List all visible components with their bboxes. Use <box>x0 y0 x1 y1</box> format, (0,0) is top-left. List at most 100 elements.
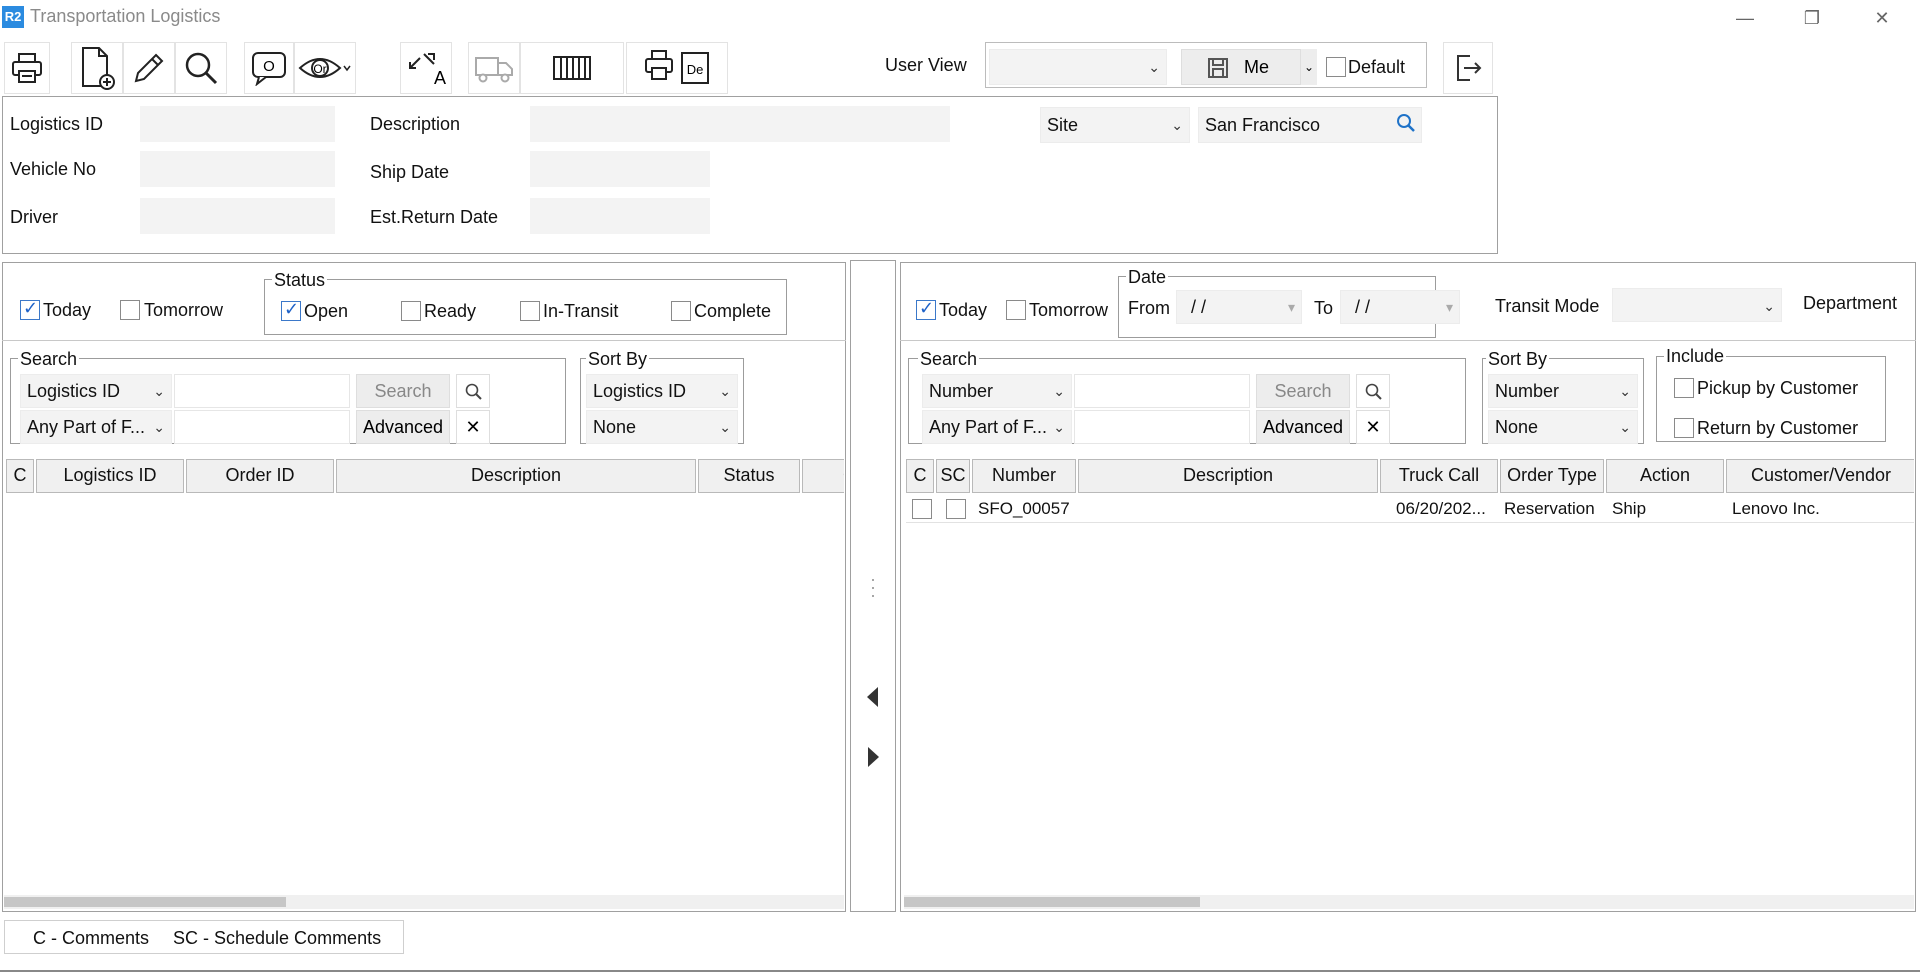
save-view-dropdown[interactable]: ⌄ <box>1301 49 1317 85</box>
right-col-description[interactable]: Description <box>1078 459 1378 493</box>
left-col-status[interactable]: Status <box>698 459 800 493</box>
print-button[interactable] <box>4 42 50 94</box>
include-return-label: Return by Customer <box>1697 418 1859 438</box>
site-value-field[interactable]: San Francisco <box>1198 107 1422 143</box>
app-logo: R2 <box>2 6 24 28</box>
row-customer: Lenovo Inc. <box>1732 499 1820 518</box>
right-today-checkbox[interactable] <box>916 298 936 320</box>
left-today-checkbox[interactable] <box>20 298 40 320</box>
left-search-field-select[interactable]: Logistics ID ⌄ <box>20 374 172 408</box>
row-comment-checkbox[interactable] <box>912 499 932 519</box>
right-grid: C SC Number Description Truck Call Order… <box>904 457 1914 897</box>
from-date-field[interactable]: / / ▾ <box>1176 290 1302 324</box>
left-col-description[interactable]: Description <box>336 459 696 493</box>
right-hscroll-thumb[interactable] <box>904 897 1200 907</box>
minimize-button[interactable]: — <box>1725 4 1765 32</box>
site-type-value: Site <box>1047 115 1079 135</box>
default-checkbox[interactable] <box>1326 57 1346 77</box>
truck-button[interactable] <box>468 42 520 94</box>
right-col-number[interactable]: Number <box>972 459 1076 493</box>
triangle-left-icon <box>863 683 883 711</box>
ship-date-field[interactable] <box>530 151 710 187</box>
to-date-field[interactable]: / / ▾ <box>1340 290 1460 324</box>
vehicle-no-field[interactable] <box>140 151 335 187</box>
right-search-input[interactable] <box>1074 374 1250 408</box>
table-row[interactable]: SFO_00057 06/20/202... Reservation Ship … <box>906 495 1914 523</box>
left-col-order-id[interactable]: Order ID <box>186 459 334 493</box>
right-advanced-button[interactable]: Advanced <box>1256 410 1350 444</box>
left-sort2-select[interactable]: None ⌄ <box>586 410 738 444</box>
user-view-select[interactable]: ⌄ <box>989 49 1167 85</box>
right-col-order-type[interactable]: Order Type <box>1500 459 1604 493</box>
right-divider <box>900 340 1916 341</box>
collapse-left-button[interactable] <box>862 682 884 717</box>
comment-button[interactable]: O <box>244 42 294 94</box>
left-clear-button[interactable]: ✕ <box>456 410 490 444</box>
include-return-checkbox[interactable] <box>1674 418 1694 438</box>
right-col-action[interactable]: Action <box>1606 459 1724 493</box>
site-type-select[interactable]: Site ⌄ <box>1040 107 1190 143</box>
right-match-input[interactable] <box>1074 410 1250 444</box>
left-search-input[interactable] <box>174 374 350 408</box>
right-search-field-value: Number <box>929 381 994 401</box>
right-clear-button[interactable]: ✕ <box>1356 410 1390 444</box>
comment-icon: O <box>252 52 286 86</box>
left-hscrollbar[interactable] <box>4 895 844 909</box>
edit-button[interactable] <box>123 42 175 94</box>
left-match-value: Any Part of F... <box>27 417 146 437</box>
status-in-transit-checkbox[interactable] <box>520 301 540 321</box>
print-document-button[interactable]: De <box>626 42 728 94</box>
row-schedule-comment-checkbox[interactable] <box>946 499 966 519</box>
status-complete-checkbox[interactable] <box>671 301 691 321</box>
status-open-checkbox[interactable] <box>281 299 301 321</box>
left-match-select[interactable]: Any Part of F... ⌄ <box>20 410 172 444</box>
splitter-grip-icon[interactable]: · · · <box>868 570 878 604</box>
left-hscroll-thumb[interactable] <box>4 897 286 907</box>
right-sort1-select[interactable]: Number ⌄ <box>1488 374 1638 408</box>
driver-field[interactable] <box>140 198 335 234</box>
left-tomorrow-checkbox[interactable] <box>120 300 140 320</box>
new-button[interactable] <box>71 42 123 94</box>
resize-text-icon: A <box>409 53 446 88</box>
left-col-c[interactable]: C <box>6 459 34 493</box>
right-search-go-button[interactable] <box>1356 374 1390 408</box>
right-search-button[interactable]: Search <box>1256 374 1350 408</box>
right-col-customer-vendor[interactable]: Customer/Vendor <box>1726 459 1914 493</box>
site-lookup-button[interactable] <box>1396 113 1416 138</box>
right-tomorrow-checkbox[interactable] <box>1006 300 1026 320</box>
save-view-button[interactable]: Me <box>1181 49 1301 85</box>
est-return-date-field[interactable] <box>530 198 710 234</box>
svg-text:O: O <box>263 58 275 75</box>
chevron-down-icon: ⌄ <box>153 383 165 399</box>
right-sort2-select[interactable]: None ⌄ <box>1488 410 1638 444</box>
right-match-select[interactable]: Any Part of F... ⌄ <box>922 410 1072 444</box>
left-match-input[interactable] <box>174 410 350 444</box>
exit-button[interactable] <box>1443 42 1493 94</box>
transit-mode-select[interactable]: ⌄ <box>1612 288 1782 322</box>
status-ready-checkbox[interactable] <box>401 301 421 321</box>
barcode-button[interactable] <box>520 42 624 94</box>
chevron-down-icon: ⌄ <box>1619 383 1631 399</box>
right-hscrollbar[interactable] <box>904 895 1914 909</box>
logistics-id-field[interactable] <box>140 106 335 142</box>
left-search-go-button[interactable] <box>456 374 490 408</box>
right-col-c[interactable]: C <box>906 459 934 493</box>
right-col-sc[interactable]: SC <box>936 459 970 493</box>
left-advanced-button[interactable]: Advanced <box>356 410 450 444</box>
description-field[interactable] <box>530 106 950 142</box>
left-sort1-select[interactable]: Logistics ID ⌄ <box>586 374 738 408</box>
close-button[interactable]: ✕ <box>1862 4 1902 32</box>
resize-text-button[interactable]: A <box>400 42 452 94</box>
right-col-truck-call[interactable]: Truck Call <box>1380 459 1498 493</box>
left-col-partial[interactable]: C <box>802 459 844 493</box>
find-button[interactable] <box>175 42 227 94</box>
view-button[interactable]: Or <box>294 42 356 94</box>
left-col-logistics-id[interactable]: Logistics ID <box>36 459 184 493</box>
restore-button[interactable]: ❐ <box>1792 4 1832 32</box>
left-search-button[interactable]: Search <box>356 374 450 408</box>
truck-icon <box>475 57 513 83</box>
right-search-field-select[interactable]: Number ⌄ <box>922 374 1072 408</box>
expand-right-button[interactable] <box>862 742 884 777</box>
site-value: San Francisco <box>1205 115 1321 135</box>
include-pickup-checkbox[interactable] <box>1674 378 1694 398</box>
